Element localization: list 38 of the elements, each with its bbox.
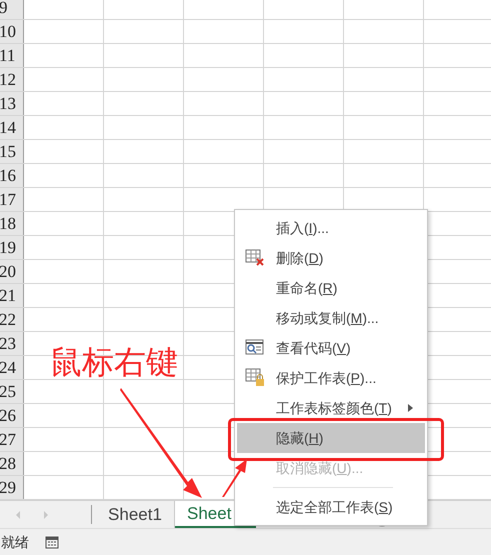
menu-item: 取消隐藏(U)... bbox=[275, 458, 364, 478]
row-number: 26 bbox=[0, 405, 16, 427]
delete-sheet-icon bbox=[245, 249, 265, 267]
row-number: 14 bbox=[0, 117, 16, 139]
menu-item[interactable]: 查看代码(V) bbox=[237, 333, 425, 363]
row-number: 29 bbox=[0, 477, 16, 499]
row-number: 10 bbox=[0, 21, 16, 43]
row-number: 18 bbox=[0, 213, 16, 235]
status-text: 就绪 bbox=[1, 532, 29, 552]
menu-item[interactable]: 保护工作表(P)... bbox=[237, 363, 425, 393]
menu-item[interactable]: 隐藏(H) bbox=[237, 423, 425, 453]
row-number: 28 bbox=[0, 453, 16, 475]
pointer-arrow bbox=[220, 458, 248, 498]
row-number: 27 bbox=[0, 429, 16, 451]
row-number: 11 bbox=[0, 45, 16, 67]
scroll-right-icon[interactable] bbox=[42, 510, 50, 520]
view-code-icon bbox=[245, 339, 265, 357]
menu-item[interactable]: 工作表标签颜色(T) bbox=[237, 393, 425, 423]
row-number: 22 bbox=[0, 309, 16, 331]
protect-sheet-icon bbox=[245, 368, 265, 387]
row-number: 12 bbox=[0, 69, 16, 91]
row-number: 15 bbox=[0, 141, 16, 163]
menu-item[interactable]: 重命名(R) bbox=[237, 273, 425, 303]
menu-item[interactable]: 删除(D) bbox=[237, 243, 425, 273]
row-number: 23 bbox=[0, 333, 16, 355]
row-number: 24 bbox=[0, 357, 16, 379]
scroll-left-icon[interactable] bbox=[14, 510, 22, 520]
row-number: 21 bbox=[0, 285, 16, 307]
row-number: 25 bbox=[0, 381, 16, 403]
menu-item[interactable]: 插入(I)... bbox=[237, 213, 425, 243]
menu-item[interactable]: 移动或复制(M)... bbox=[237, 303, 425, 333]
calculator-icon[interactable] bbox=[45, 535, 59, 549]
annotation-text: 鼠标右键 bbox=[50, 343, 178, 382]
row-number: 13 bbox=[0, 93, 16, 115]
row-number: 16 bbox=[0, 165, 16, 187]
row-number: 17 bbox=[0, 189, 16, 211]
row-number: 20 bbox=[0, 261, 16, 283]
row-number: 19 bbox=[0, 237, 16, 259]
